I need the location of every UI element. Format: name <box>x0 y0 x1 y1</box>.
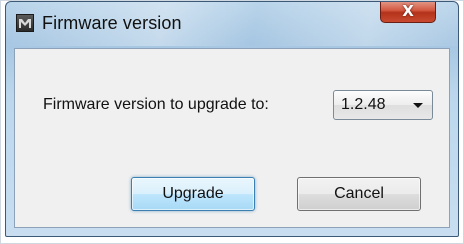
upgrade-button[interactable]: Upgrade <box>131 177 255 211</box>
app-logo-icon <box>16 14 34 32</box>
firmware-version-dropdown[interactable]: 1.2.48 <box>333 90 433 120</box>
chevron-down-icon[interactable] <box>413 103 423 108</box>
dialog-body: Firmware version to upgrade to: 1.2.48 U… <box>14 48 450 228</box>
firmware-version-dialog: Firmware version X Firmware version to u… <box>5 1 459 237</box>
window-title: Firmware version <box>42 13 182 33</box>
selected-version-value: 1.2.48 <box>341 96 386 113</box>
firmware-version-label: Firmware version to upgrade to: <box>43 96 269 113</box>
close-button[interactable]: X <box>380 2 436 23</box>
close-icon: X <box>402 2 414 20</box>
screenshot-frame: Firmware version X Firmware version to u… <box>0 0 464 244</box>
cancel-button[interactable]: Cancel <box>297 177 421 211</box>
title-bar[interactable]: Firmware version X <box>6 2 458 42</box>
